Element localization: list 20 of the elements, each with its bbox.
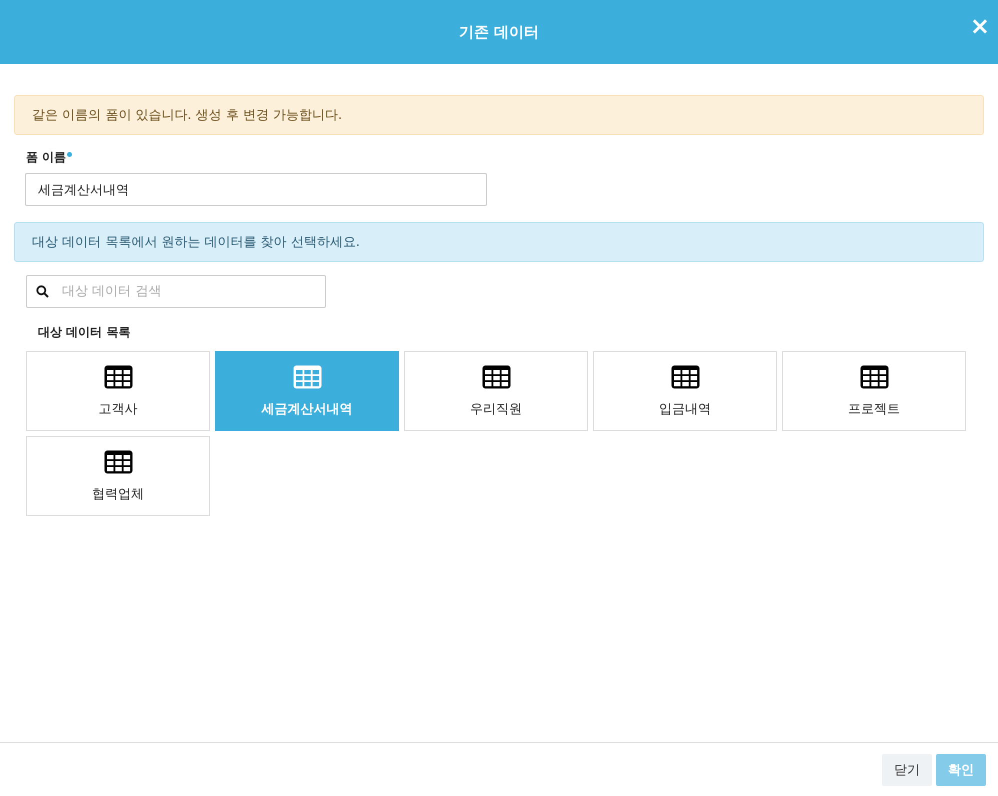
field-label: 폼 이름 bbox=[26, 149, 66, 166]
table-icon bbox=[292, 364, 322, 390]
data-tile[interactable]: 입금내역 bbox=[593, 351, 777, 431]
data-tile[interactable]: 협력업체 bbox=[26, 436, 210, 516]
table-icon bbox=[480, 364, 512, 390]
data-tile[interactable]: 고객사 bbox=[26, 351, 210, 431]
info-message: 대상 데이터 목록에서 원하는 데이터를 찾아 선택하세요. bbox=[14, 222, 984, 262]
table-icon bbox=[858, 364, 890, 390]
form-name-field[interactable]: 세금계산서내역 bbox=[25, 173, 487, 206]
search-icon bbox=[36, 285, 49, 298]
search-field[interactable]: 대상 데이터 검색 bbox=[26, 275, 326, 308]
data-tile[interactable]: 우리직원 bbox=[404, 351, 588, 431]
data-tile[interactable]: 프로젝트 bbox=[782, 351, 966, 431]
table-icon bbox=[102, 364, 134, 390]
list-title: 대상 데이터 목록 bbox=[38, 324, 132, 341]
table-icon bbox=[670, 364, 700, 390]
table-icon bbox=[102, 449, 134, 475]
warning-message: 같은 이름의 폼이 있습니다. 생성 후 변경 가능합니다. bbox=[14, 95, 984, 135]
close-button[interactable]: 닫기 bbox=[882, 754, 932, 786]
window-title: 기존 데이터 bbox=[458, 22, 540, 42]
